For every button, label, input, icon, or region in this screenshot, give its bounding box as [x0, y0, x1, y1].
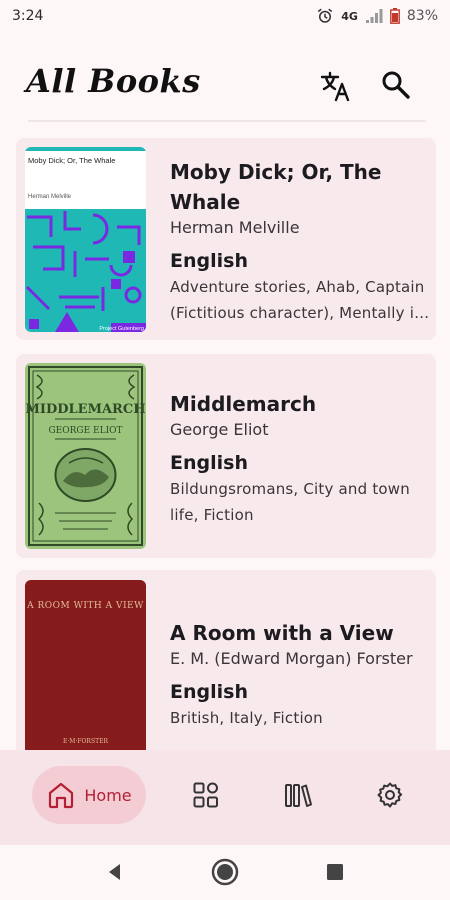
system-home-button[interactable] — [210, 857, 240, 887]
book-card[interactable]: MIDDLEMARCH GEORGE ELIOT Middlemarch Geo… — [16, 354, 436, 558]
book-subjects: British, Italy, Fiction — [170, 709, 323, 727]
cover-author-text: Herman Melville — [28, 194, 72, 200]
cover-title-text: MIDDLEMARCH — [26, 402, 146, 417]
nav-item-browse[interactable] — [184, 766, 228, 824]
nav-item-home[interactable]: Home — [32, 766, 146, 824]
book-card[interactable]: Moby Dick; Or, The Whale Herman Melville — [16, 138, 436, 340]
book-author: E. M. (Edward Morgan) Forster — [170, 649, 413, 668]
grid-icon — [193, 782, 218, 808]
system-navigation-bar — [0, 845, 450, 900]
book-title: A Room with a View — [170, 621, 394, 645]
translate-icon — [320, 71, 350, 102]
home-circle-icon — [211, 858, 239, 886]
cover-author-text: GEORGE ELIOT — [48, 426, 122, 436]
status-bar: 3:24 4G 83% — [0, 0, 450, 32]
nav-item-library[interactable] — [276, 766, 320, 824]
page-title: All Books — [26, 62, 201, 100]
settings-gear-icon — [377, 782, 403, 808]
book-cover-image: A ROOM WITH A VIEW E·M·FORSTER — [25, 580, 146, 750]
app-bar-divider — [28, 120, 426, 122]
book-info: A Room with a View E. M. (Edward Morgan)… — [170, 618, 430, 731]
nav-item-label: Home — [84, 785, 132, 805]
book-language: English — [170, 452, 248, 474]
signal-icon — [365, 8, 383, 24]
book-card[interactable]: A ROOM WITH A VIEW E·M·FORSTER A Room wi… — [16, 570, 436, 750]
bottom-navigation-bar: Home — [0, 750, 450, 845]
book-cover-image: Moby Dick; Or, The Whale Herman Melville — [25, 147, 146, 332]
battery-percent: 83% — [406, 8, 438, 24]
search-icon — [382, 71, 410, 99]
nav-item-settings[interactable] — [368, 766, 412, 824]
book-author: George Eliot — [170, 420, 269, 439]
book-title: Middlemarch — [170, 392, 317, 416]
cover-author-text: E·M·FORSTER — [63, 738, 108, 745]
cover-title-text: A ROOM WITH A VIEW — [26, 601, 144, 611]
system-recents-button[interactable] — [320, 857, 350, 887]
book-list[interactable]: Moby Dick; Or, The Whale Herman Melville — [16, 138, 436, 750]
book-subjects: Bildungsromans, City and town life, Fict… — [170, 480, 410, 524]
app-bar: All Books — [0, 56, 450, 122]
book-cover-image: MIDDLEMARCH GEORGE ELIOT — [25, 363, 146, 549]
recents-square-icon — [327, 864, 343, 880]
library-icon — [285, 784, 312, 807]
book-language: English — [170, 250, 248, 272]
book-info: Moby Dick; Or, The Whale Herman Melville… — [170, 157, 430, 326]
book-author: Herman Melville — [170, 218, 300, 237]
book-language: English — [170, 681, 248, 703]
back-triangle-icon — [109, 864, 120, 880]
home-icon — [49, 782, 74, 809]
network-type-label: 4G — [341, 9, 358, 23]
cover-publisher-text: Project Gutenberg — [99, 326, 144, 332]
book-title: Moby Dick; Or, The Whale — [170, 160, 382, 214]
system-back-button[interactable] — [100, 857, 130, 887]
book-info: Middlemarch George Eliot English Bildung… — [170, 389, 430, 528]
cover-title-text: Moby Dick; Or, The Whale — [28, 156, 115, 165]
search-button[interactable] — [376, 66, 416, 106]
battery-icon — [389, 8, 400, 24]
alarm-icon — [316, 7, 334, 25]
translate-button[interactable] — [316, 66, 356, 106]
status-time: 3:24 — [12, 8, 44, 24]
book-subjects: Adventure stories, Ahab, Captain (Fictit… — [170, 278, 425, 322]
status-icons: 4G 83% — [316, 7, 438, 25]
